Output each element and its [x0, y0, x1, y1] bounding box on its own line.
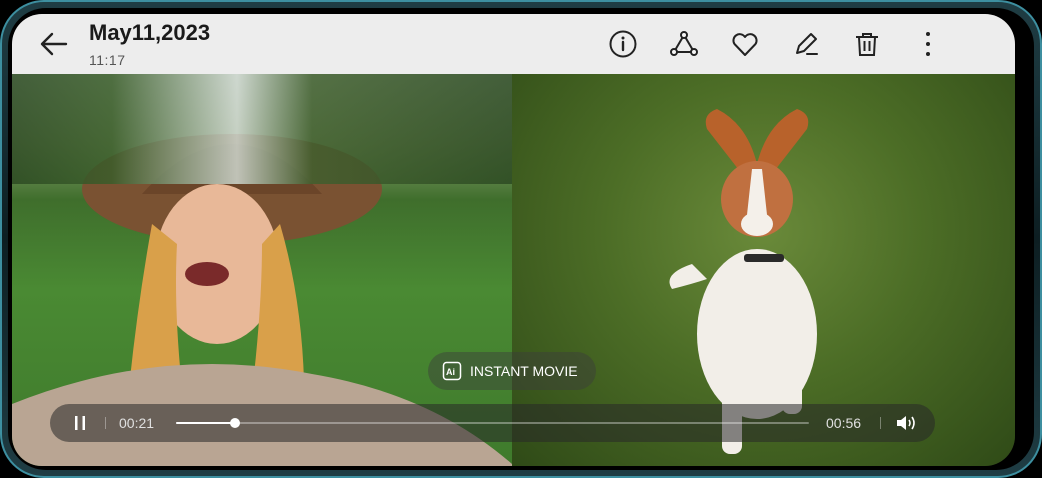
instant-movie-label: INSTANT MOVIE [470, 363, 578, 379]
divider [105, 417, 106, 429]
edit-icon [796, 33, 818, 55]
more-icon [926, 32, 930, 56]
share-icon [670, 31, 698, 56]
ai-movie-icon: Ai [442, 361, 462, 381]
seek-bar-progress [176, 422, 235, 424]
divider [880, 417, 881, 429]
info-icon [609, 30, 637, 58]
action-toolbar [606, 27, 945, 61]
volume-button[interactable] [895, 414, 917, 432]
back-arrow-icon [40, 32, 68, 56]
favorite-button[interactable] [728, 27, 762, 61]
volume-icon [897, 416, 915, 430]
delete-button[interactable] [850, 27, 884, 61]
instant-movie-button[interactable]: Ai INSTANT MOVIE [428, 352, 596, 390]
pause-button[interactable] [70, 413, 90, 433]
svg-text:Ai: Ai [446, 367, 455, 377]
elapsed-time: 00:21 [119, 415, 155, 431]
gallery-screen: May11,2023 11:17 Ai INSTANT MOVIE 00:21 … [12, 14, 1015, 466]
back-button[interactable] [38, 28, 70, 60]
more-button[interactable] [911, 27, 945, 61]
heart-icon [732, 33, 758, 56]
share-button[interactable] [667, 27, 701, 61]
photo-time: 11:17 [89, 52, 126, 68]
trash-icon [856, 33, 878, 56]
top-bar: May11,2023 11:17 [12, 14, 1015, 74]
total-duration: 00:56 [826, 415, 862, 431]
details-button[interactable] [606, 27, 640, 61]
page-title: May11,2023 [89, 20, 211, 45]
pause-icon [75, 416, 85, 430]
video-player-bar: 00:21 00:56 [50, 404, 935, 442]
seek-bar[interactable] [176, 418, 809, 428]
trees-background [12, 74, 512, 184]
edit-button[interactable] [789, 27, 823, 61]
seek-bar-thumb[interactable] [229, 418, 240, 428]
